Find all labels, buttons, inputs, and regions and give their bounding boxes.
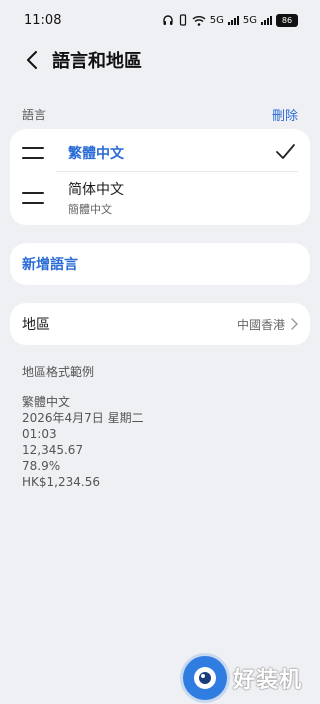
format-number: 12,345.67 <box>22 443 84 457</box>
format-example: 地區格式範例 繁體中文 2026年4月7日 星期二 01:03 12,345.6… <box>22 366 144 490</box>
language-subtitle: 簡體中文 <box>68 203 112 216</box>
network-type-1: 5G <box>209 14 224 26</box>
region-value: 中國香港 <box>236 317 285 332</box>
format-example-title: 地區格式範例 <box>22 365 95 379</box>
watermark-text: 好装机 <box>233 668 303 693</box>
watermark: 好装机 <box>183 656 302 700</box>
add-language-card[interactable]: 新增語言 <box>10 243 310 285</box>
language-name: 繁體中文 <box>68 146 124 162</box>
language-item-simplified-chinese[interactable]: 简体中文 簡體中文 <box>10 173 310 223</box>
language-text: 简体中文 簡體中文 <box>68 179 124 217</box>
format-currency: HK$1,234.56 <box>22 475 100 489</box>
region-row[interactable]: 地區 中國香港 <box>10 303 310 345</box>
page-header: 語言和地區 <box>0 40 320 80</box>
battery-icon: 86 <box>276 13 298 27</box>
region-value-group: 中國香港 <box>237 316 298 333</box>
status-time: 11:08 <box>24 12 62 28</box>
languages-card: 繁體中文 简体中文 簡體中文 <box>10 129 310 225</box>
format-percent: 78.9% <box>22 459 61 473</box>
status-bar: 11:08 5G 5G 86 <box>0 0 320 40</box>
watermark-logo-icon <box>183 656 227 700</box>
vibrate-icon <box>179 14 186 26</box>
language-item-traditional-chinese[interactable]: 繁體中文 <box>10 129 310 177</box>
format-time: 01:03 <box>22 427 57 441</box>
drag-handle-icon[interactable] <box>22 192 44 204</box>
language-name: 简体中文 <box>68 182 124 198</box>
headphones-icon <box>163 15 173 25</box>
format-date: 2026年4月7日 星期二 <box>22 411 144 425</box>
region-label: 地區 <box>22 317 50 333</box>
back-arrow-icon[interactable] <box>12 40 52 80</box>
languages-section-header: 語言 刪除 <box>22 104 298 124</box>
add-language-button[interactable]: 新增語言 <box>22 254 78 274</box>
signal-icon-2 <box>261 15 272 25</box>
drag-handle-icon[interactable] <box>22 147 44 159</box>
network-type-2: 5G <box>242 14 257 26</box>
format-language: 繁體中文 <box>22 395 71 409</box>
chevron-right-icon <box>291 318 298 330</box>
status-icons: 5G 5G 86 <box>162 13 298 27</box>
languages-section-label: 語言 <box>22 107 47 122</box>
wifi-icon <box>192 15 206 26</box>
checkmark-icon <box>276 144 295 159</box>
delete-button[interactable]: 刪除 <box>272 105 298 124</box>
signal-icon <box>227 15 239 25</box>
page-title: 語言和地區 <box>52 51 142 72</box>
divider <box>56 171 298 172</box>
